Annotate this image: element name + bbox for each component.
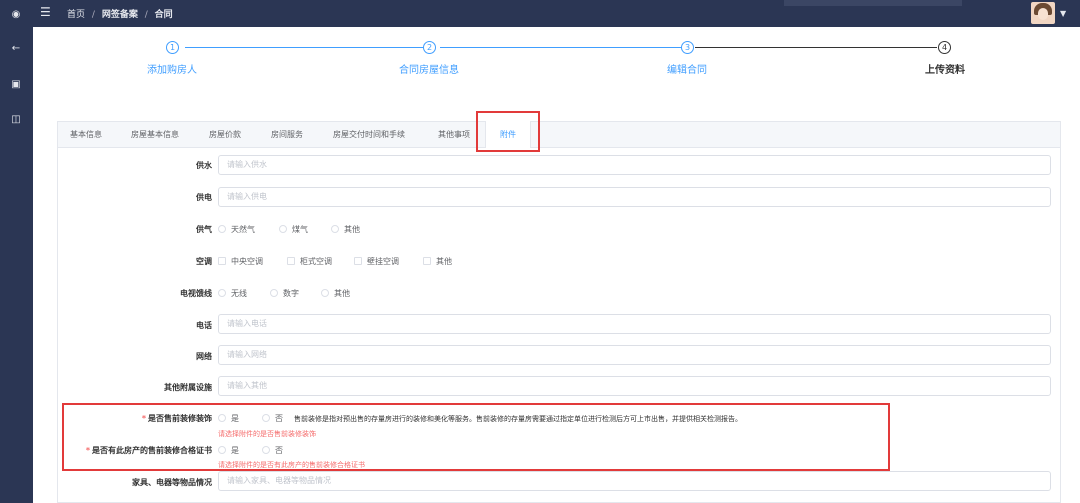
tab-highlight-box: [476, 111, 540, 152]
other-facility-input[interactable]: 请输入其他: [218, 376, 1051, 396]
option-label: 其他: [344, 225, 360, 234]
avatar[interactable]: [1031, 2, 1055, 24]
tab-house-basic-info[interactable]: 房屋基本信息: [131, 129, 179, 140]
network-label: 网络: [196, 352, 212, 361]
option-label: 其他: [436, 257, 452, 266]
step-4-icon: 4: [938, 41, 951, 54]
breadcrumb-current: 合同: [154, 10, 173, 20]
power-label: 供电: [196, 193, 212, 202]
menu-toggle-icon[interactable]: ☰: [40, 5, 51, 19]
checkbox-icon: [354, 257, 362, 265]
furniture-input[interactable]: 请输入家具、电器等物品情况: [218, 471, 1051, 491]
option-label: 天然气: [231, 225, 255, 234]
radio-icon: [321, 289, 329, 297]
furniture-label: 家具、电器等物品情况: [132, 478, 212, 487]
dashboard-icon[interactable]: ◉: [9, 8, 23, 22]
progress-steps: 1 2 3 4 添加购房人 合同房屋信息 编辑合同 上传资料: [33, 27, 1080, 107]
step-2-icon: 2: [423, 41, 436, 54]
ac-label: 空调: [196, 257, 212, 266]
step-connector: [185, 47, 427, 48]
radio-icon: [279, 225, 287, 233]
breadcrumb: 首页 / 网签备案 / 合同: [67, 7, 173, 20]
breadcrumb-section[interactable]: 网签备案: [102, 10, 138, 20]
radio-icon: [331, 225, 339, 233]
option-label: 数字: [283, 289, 299, 298]
dropdown-remnant: [784, 0, 962, 6]
tab-room-service[interactable]: 房间服务: [271, 129, 303, 140]
other-facility-label: 其他附属设施: [164, 383, 212, 392]
breadcrumb-separator: /: [91, 10, 95, 20]
ac-option-cabinet[interactable]: 柜式空调: [287, 256, 332, 267]
option-label: 壁挂空调: [367, 257, 399, 266]
network-input[interactable]: 请输入网络: [218, 345, 1051, 365]
tv-option-wireless[interactable]: 无线: [218, 288, 247, 299]
step-connector: [695, 47, 937, 48]
step-1-icon: 1: [166, 41, 179, 54]
breadcrumb-separator: /: [144, 10, 148, 20]
step-3-icon: 3: [681, 41, 694, 54]
sidebar: ◉ ← ▣ ◫: [0, 0, 33, 503]
gas-option-coal[interactable]: 煤气: [279, 224, 308, 235]
option-label: 其他: [334, 289, 350, 298]
phone-input[interactable]: 请输入电话: [218, 314, 1051, 334]
step-connector: [440, 47, 682, 48]
radio-icon: [270, 289, 278, 297]
required-highlight-box: [62, 403, 890, 471]
tv-option-other[interactable]: 其他: [321, 288, 350, 299]
columns-icon[interactable]: ◫: [9, 113, 23, 127]
document-icon[interactable]: ▣: [9, 78, 23, 92]
ac-option-central[interactable]: 中央空调: [218, 256, 263, 267]
step-4-label: 上传资料: [925, 65, 965, 76]
option-label: 中央空调: [231, 257, 263, 266]
tab-basic-info[interactable]: 基本信息: [70, 129, 102, 140]
gas-label: 供气: [196, 225, 212, 234]
back-arrow-icon[interactable]: ←: [9, 42, 23, 56]
option-label: 柜式空调: [300, 257, 332, 266]
phone-label: 电话: [196, 321, 212, 330]
tv-label: 电视馈线: [180, 289, 212, 298]
tab-delivery[interactable]: 房屋交付时间和手续: [333, 129, 405, 140]
tab-other-matters[interactable]: 其他事项: [438, 129, 470, 140]
gas-option-natural[interactable]: 天然气: [218, 224, 255, 235]
ac-option-other[interactable]: 其他: [423, 256, 452, 267]
tab-house-price[interactable]: 房屋价款: [209, 129, 241, 140]
option-label: 煤气: [292, 225, 308, 234]
radio-icon: [218, 289, 226, 297]
checkbox-icon: [287, 257, 295, 265]
top-bar: ☰ 首页 / 网签备案 / 合同 ▼: [33, 0, 1080, 27]
radio-icon: [218, 225, 226, 233]
ac-option-wall[interactable]: 壁挂空调: [354, 256, 399, 267]
breadcrumb-home[interactable]: 首页: [67, 10, 85, 20]
checkbox-icon: [218, 257, 226, 265]
water-input[interactable]: 请输入供水: [218, 155, 1051, 175]
step-2-label: 合同房屋信息: [399, 65, 459, 76]
step-3-label: 编辑合同: [667, 65, 707, 76]
power-input[interactable]: 请输入供电: [218, 187, 1051, 207]
tab-bar: 基本信息 房屋基本信息 房屋价款 房间服务 房屋交付时间和手续 其他事项 附件: [58, 121, 1060, 148]
step-1-label: 添加购房人: [147, 65, 197, 76]
option-label: 无线: [231, 289, 247, 298]
chevron-down-icon[interactable]: ▼: [1060, 9, 1066, 18]
water-label: 供水: [196, 161, 212, 170]
tv-option-digital[interactable]: 数字: [270, 288, 299, 299]
checkbox-icon: [423, 257, 431, 265]
gas-option-other[interactable]: 其他: [331, 224, 360, 235]
